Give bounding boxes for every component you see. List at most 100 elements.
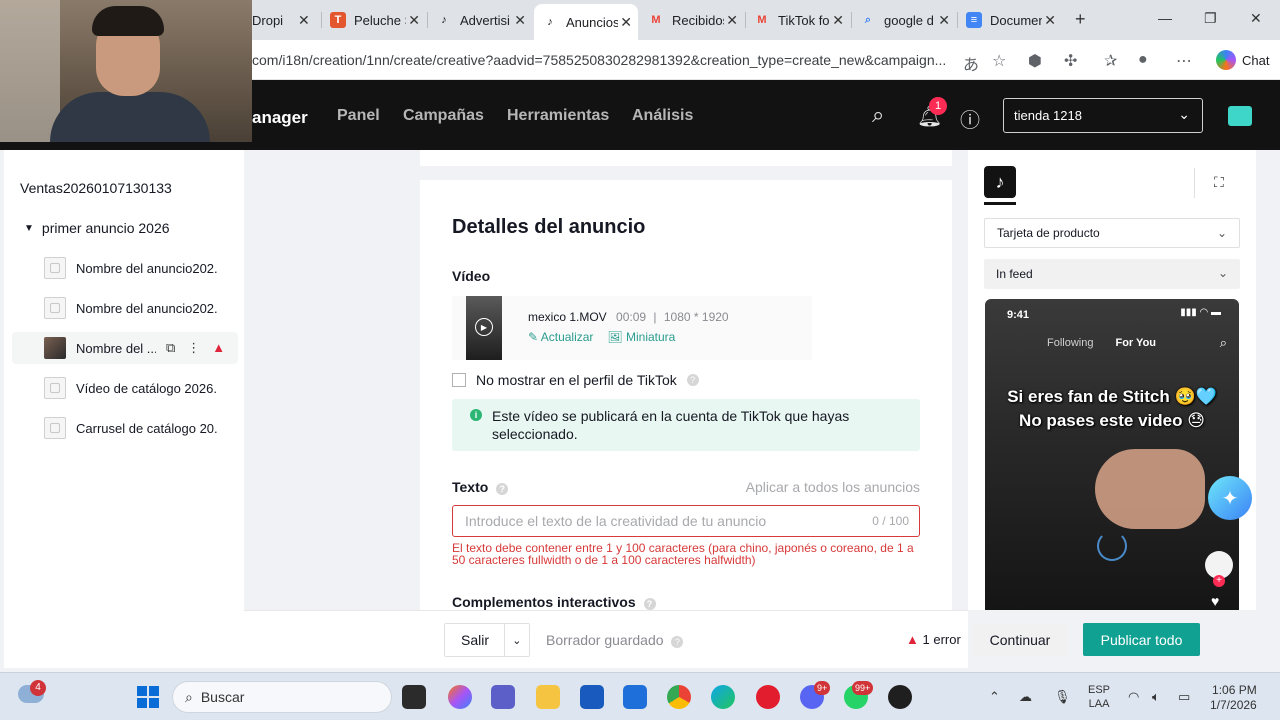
sidebar-ad-item[interactable]: Vídeo de catálogo 2026... [12, 372, 238, 404]
favorites-icon[interactable]: ✰ [1104, 51, 1117, 71]
search-icon[interactable]: ⌕ [872, 102, 884, 128]
close-icon[interactable]: ✕ [620, 14, 632, 31]
profile-icon[interactable]: ● [1138, 51, 1148, 69]
nav-analisis[interactable]: Análisis [632, 107, 693, 125]
windows-taskbar: 4 ⌕ Buscar 9+ 99+ ⌃ ☁ 🎙︎ ESP LAA ◠ 🔈︎ ▭ … [0, 672, 1280, 720]
help-icon[interactable]: ? [686, 374, 699, 386]
store-icon[interactable] [623, 685, 647, 709]
exit-button[interactable]: Salir ⌄ [444, 623, 530, 657]
chevron-up-icon[interactable]: ⌃ [989, 689, 1000, 705]
brand-logo[interactable]: anager [252, 108, 308, 128]
browser-tab-google[interactable]: ⌕ google d ✕ [852, 4, 956, 36]
account-selector[interactable]: tienda 1218 ⌄ [1003, 98, 1203, 133]
ad-text-input[interactable]: Introduce el texto de la creatividad de … [452, 505, 920, 537]
taskbar-clock[interactable]: 1:06 PM 1/7/2026 [1210, 683, 1257, 713]
windows-start-icon[interactable] [137, 686, 159, 708]
sidebar-ad-item-selected[interactable]: Nombre del ... ⧉ ⋮ ▲ [12, 332, 238, 364]
opera-icon[interactable] [756, 685, 780, 709]
previous-card [420, 150, 952, 166]
continue-button[interactable]: Continuar [972, 623, 1068, 656]
word-icon[interactable] [580, 685, 604, 709]
sidebar-ad-item[interactable]: Nombre del anuncio202... [12, 252, 238, 284]
network-cloud-icon[interactable]: ☁ [1019, 689, 1032, 705]
edge-icon[interactable] [711, 685, 735, 709]
taskbar-search[interactable]: ⌕ Buscar [172, 681, 392, 713]
format-select[interactable]: Tarjeta de producto ⌄ [984, 218, 1240, 248]
help-icon[interactable]: ? [671, 636, 684, 648]
more-vertical-icon[interactable]: ⋮ [187, 340, 200, 356]
close-icon[interactable]: ✕ [938, 12, 950, 29]
teams-icon[interactable] [491, 685, 515, 709]
nav-campanas[interactable]: Campañas [403, 107, 484, 125]
favorite-star-icon[interactable]: ☆ [992, 51, 1006, 71]
browser-tab-documento[interactable]: ≡ Documen ✕ [958, 4, 1062, 36]
new-tab-icon[interactable]: + [1075, 9, 1086, 30]
help-icon[interactable]: ? [496, 483, 509, 495]
chrome-icon[interactable] [667, 685, 691, 709]
close-icon[interactable]: ✕ [408, 12, 420, 29]
temu-icon: T [330, 12, 346, 28]
window-close-icon[interactable]: ✕ [1250, 10, 1262, 27]
translate-icon[interactable]: あ [963, 51, 979, 75]
placement-select[interactable]: In feed ⌄ [984, 259, 1240, 289]
publish-all-button[interactable]: Publicar todo [1083, 623, 1200, 656]
search-icon: ⌕ [185, 688, 193, 705]
close-icon[interactable]: ✕ [726, 12, 738, 29]
app-icon[interactable] [888, 685, 912, 709]
warning-icon: ▲ [212, 340, 226, 355]
tab-label: Peluche S [354, 12, 406, 28]
close-icon[interactable]: ✕ [1044, 12, 1056, 29]
duplicate-icon[interactable]: ⧉ [166, 340, 175, 356]
ad-placeholder-icon [44, 257, 66, 279]
browser-tab-advertising[interactable]: ♪ Advertisi ✕ [428, 4, 532, 36]
chevron-down-icon: ⌄ [1216, 226, 1227, 240]
file-explorer-icon[interactable] [536, 685, 560, 709]
fullscreen-icon[interactable]: ⛶ [1214, 174, 1224, 191]
play-icon[interactable]: ▶ [475, 318, 493, 336]
update-video-link[interactable]: ✎ Actualizar [528, 330, 593, 344]
copilot-icon[interactable] [448, 685, 472, 709]
tiktok-icon: ♪ [547, 16, 553, 28]
browser-tab-peluche[interactable]: T Peluche S ✕ [322, 4, 426, 36]
tiktok-icon[interactable]: ♪ [984, 166, 1016, 198]
assistant-sparkle-icon[interactable]: ✦ [1208, 476, 1252, 520]
sidebar-ad-item[interactable]: Nombre del anuncio202... [12, 292, 238, 324]
error-count[interactable]: ▲ 1 error [906, 632, 961, 647]
close-icon[interactable]: ✕ [832, 12, 844, 29]
campaign-name[interactable]: Ventas20260107130133 [20, 180, 172, 196]
more-icon[interactable]: ⋯ [1176, 51, 1192, 71]
puzzle-icon[interactable]: ✣ [1064, 51, 1077, 71]
wifi-icon[interactable]: ◠ [1128, 689, 1139, 705]
scrollbar[interactable] [1256, 150, 1276, 668]
chevron-down-icon[interactable]: ⌄ [503, 624, 529, 656]
sidebar-ad-item[interactable]: Carrusel de catálogo 20... [12, 412, 238, 444]
notification-badge: 1 [929, 97, 947, 115]
browser-tab-tiktok-fo[interactable]: M TikTok fo ✕ [746, 4, 850, 36]
edit-icon: ✎ [528, 330, 541, 344]
battery-icon[interactable]: ▭ [1178, 689, 1190, 705]
store-icon[interactable] [1228, 106, 1252, 126]
minimize-icon[interactable]: — [1158, 10, 1172, 26]
url-field[interactable]: com/i18n/creation/1nn/create/creative?aa… [252, 52, 952, 68]
volume-icon[interactable]: 🔈︎ [1152, 689, 1160, 705]
language-indicator[interactable]: ESP LAA [1088, 683, 1110, 711]
ad-group-item[interactable]: ▼ primer anuncio 2026 [24, 220, 170, 236]
extension-icon[interactable]: ⬢ [1028, 51, 1042, 71]
browser-tab-recibidos[interactable]: M Recibidos ✕ [640, 4, 744, 36]
help-icon[interactable]: ? [643, 598, 656, 610]
hide-profile-checkbox[interactable] [452, 373, 466, 387]
webcam-person-body [50, 92, 210, 142]
copilot-chat-button[interactable]: Chat [1208, 47, 1277, 73]
video-thumbnail[interactable]: ▶ [466, 296, 502, 360]
nav-panel[interactable]: Panel [337, 107, 380, 125]
task-view-icon[interactable] [402, 685, 426, 709]
close-icon[interactable]: ✕ [514, 12, 526, 29]
browser-tab-anuncios[interactable]: ♪ Anuncios ✕ [534, 4, 638, 40]
restore-icon[interactable]: ❐ [1204, 10, 1217, 27]
thumbnail-link[interactable]: 🖼︎ Miniatura [607, 330, 675, 344]
nav-herramientas[interactable]: Herramientas [507, 107, 609, 125]
webcam-overlay [0, 0, 252, 142]
apply-to-all-link[interactable]: Aplicar a todos los anuncios [746, 479, 920, 495]
microphone-icon[interactable]: 🎙︎ [1054, 689, 1071, 705]
help-icon[interactable]: ⓘ [960, 104, 980, 133]
